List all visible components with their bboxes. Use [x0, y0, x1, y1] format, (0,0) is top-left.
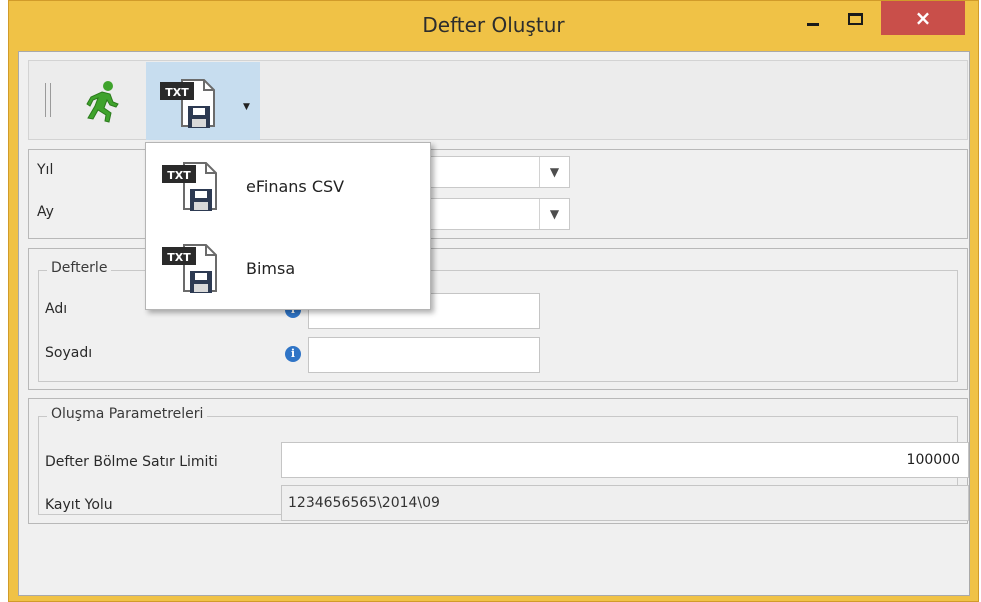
minimize-button[interactable] — [793, 1, 833, 37]
year-label: Yıl — [37, 162, 54, 178]
client-area: TXT ▼ Yıl ▼ Ay ▼ Defterle Adı i — [18, 51, 970, 596]
menu-item-label: eFinans CSV — [246, 177, 345, 196]
save-path-field: 1234656565\2014\09 — [281, 485, 969, 521]
txt-save-file-icon: TXT — [160, 79, 215, 128]
minimize-icon — [807, 22, 819, 26]
dropdown-arrow-icon: ▼ — [243, 102, 250, 112]
close-icon: × — [914, 6, 932, 30]
last-name-label: Soyadı — [45, 345, 93, 361]
run-button[interactable] — [77, 73, 127, 129]
close-button[interactable]: × — [881, 1, 965, 35]
info-icon[interactable]: i — [285, 346, 301, 362]
toolbar: TXT ▼ — [28, 60, 968, 140]
split-limit-label: Defter Bölme Satır Limiti — [45, 454, 218, 470]
export-dropdown-menu: TXT eFinans CSV TXT Bimsa — [145, 142, 431, 310]
txt-save-file-icon: TXT — [162, 162, 217, 211]
save-path-label: Kayıt Yolu — [45, 497, 113, 513]
maximize-button[interactable] — [835, 1, 875, 37]
title-bar[interactable]: Defter Oluştur × — [9, 1, 978, 51]
chevron-down-icon[interactable]: ▼ — [539, 199, 569, 229]
app-window: Defter Oluştur × TXT ▼ Yıl ▼ Ay ▼ Defter… — [8, 0, 979, 602]
menu-item-efinans-csv[interactable]: TXT eFinans CSV — [146, 145, 430, 225]
maximize-icon — [847, 13, 863, 25]
menu-item-label: Bimsa — [246, 259, 296, 278]
running-man-icon — [86, 81, 119, 123]
svg-text:TXT: TXT — [167, 251, 191, 264]
chevron-down-icon[interactable]: ▼ — [539, 157, 569, 187]
toolbar-grip[interactable] — [45, 83, 51, 117]
txt-save-file-icon: TXT — [162, 244, 217, 293]
month-label: Ay — [37, 204, 54, 220]
menu-item-bimsa[interactable]: TXT Bimsa — [146, 227, 430, 307]
svg-text:TXT: TXT — [167, 169, 191, 182]
split-limit-input[interactable]: 100000 — [281, 442, 969, 478]
creation-params-legend: Oluşma Parametreleri — [47, 406, 208, 422]
export-dropdown-button[interactable]: TXT ▼ — [146, 62, 260, 140]
first-name-label: Adı — [45, 301, 68, 317]
svg-text:TXT: TXT — [165, 86, 189, 99]
last-name-input[interactable] — [308, 337, 540, 373]
ledger-owner-legend: Defterle — [47, 260, 112, 276]
